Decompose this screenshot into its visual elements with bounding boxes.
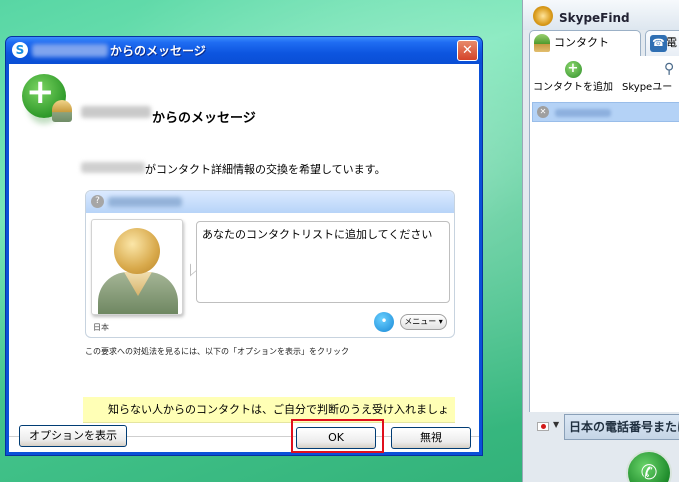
request-text: がコンタクト詳細情報の交換を希望しています。 <box>145 163 386 176</box>
contact-location: 日本 <box>93 323 109 332</box>
phone-number-input[interactable]: 日本の電話番号または <box>564 414 679 440</box>
add-contact-button[interactable]: + コンタクトを追加 <box>533 61 613 93</box>
close-button[interactable]: ✕ <box>457 40 478 61</box>
contacts-icon <box>534 34 550 52</box>
contact-list: ✕ <box>529 100 679 412</box>
avatar <box>91 219 183 315</box>
menu-button-label: メニュー <box>404 317 437 326</box>
request-message: あなたのコンタクトリストに追加してください <box>196 221 450 303</box>
ignore-button[interactable]: 無視 <box>391 427 471 449</box>
dialog-header: + からのメッセージ <box>9 64 479 128</box>
dialog-body: + からのメッセージ がコンタクト詳細情報の交換を希望しています。 ? 日本 あ… <box>9 64 479 453</box>
tab-phone[interactable]: ☎ 電 <box>645 30 679 56</box>
tab-phone-label: 電 <box>666 36 677 49</box>
pending-contact-icon: ✕ <box>537 106 549 118</box>
add-contact-icon: + <box>22 72 72 122</box>
chevron-down-icon[interactable]: ▼ <box>553 420 559 429</box>
tab-contacts[interactable]: コンタクト <box>529 30 641 56</box>
tab-contacts-label: コンタクト <box>554 36 609 49</box>
add-contact-small-icon: + <box>564 61 582 78</box>
header-title: からのメッセージ <box>152 111 256 126</box>
skype-logo-icon: S <box>12 42 28 58</box>
tab-bar: コンタクト ☎ 電 <box>529 30 679 56</box>
menu-button[interactable]: メニュー ▾ <box>400 314 447 330</box>
list-item[interactable]: ✕ <box>532 102 679 122</box>
contact-name-redacted <box>555 109 611 117</box>
contact-card: ? 日本 あなたのコンタクトリストに追加してください • メニュー ▾ <box>85 190 455 338</box>
message-dialog-window: S からのメッセージ ✕ + からのメッセージ がコンタクト詳細情報の交換を希望… <box>5 36 483 456</box>
show-options-button[interactable]: オプションを表示 <box>19 425 127 447</box>
requester-name-redacted <box>81 162 145 173</box>
dialog-titlebar[interactable]: S からのメッセージ ✕ <box>6 37 482 64</box>
sender-name-redacted <box>32 44 108 57</box>
ok-button-highlight <box>291 419 384 453</box>
japan-flag-icon[interactable] <box>537 422 549 431</box>
options-hint: この要求への対処法を見るには、以下の「オプションを表示」をクリック <box>85 347 349 356</box>
chat-icon[interactable]: • <box>374 312 394 332</box>
contacts-toolbar: + コンタクトを追加 ⚲ Skypeユー <box>529 56 679 100</box>
skype-user-search-button[interactable]: ⚲ Skypeユー <box>622 61 679 93</box>
warning-notice: 知らない人からのコンタクトは、ご自分で判断のうえ受け入れましょう。 <box>83 397 455 442</box>
skype-header: SkypeFind <box>523 0 679 30</box>
avatar-head <box>114 228 160 274</box>
call-button[interactable]: ✆ <box>626 450 672 482</box>
skype-main-window: SkypeFind コンタクト ☎ 電 + コンタクトを追加 ⚲ Skypeユー… <box>522 0 679 482</box>
app-title: SkypeFind <box>559 11 630 25</box>
dial-bar: ▼ 日本の電話番号または <box>529 412 679 440</box>
skype-user-search-label: Skypeユー <box>622 82 673 93</box>
add-contact-label: コンタクトを追加 <box>533 82 613 93</box>
sender-name-redacted <box>81 106 151 118</box>
contact-name-redacted <box>108 197 182 207</box>
contact-card-header: ? <box>86 191 454 213</box>
dialog-title: からのメッセージ <box>110 44 206 58</box>
skypefind-logo-icon <box>533 6 553 26</box>
phone-icon: ☎ <box>650 35 667 52</box>
status-icon: ? <box>91 195 104 208</box>
search-user-icon: ⚲ <box>664 61 675 77</box>
